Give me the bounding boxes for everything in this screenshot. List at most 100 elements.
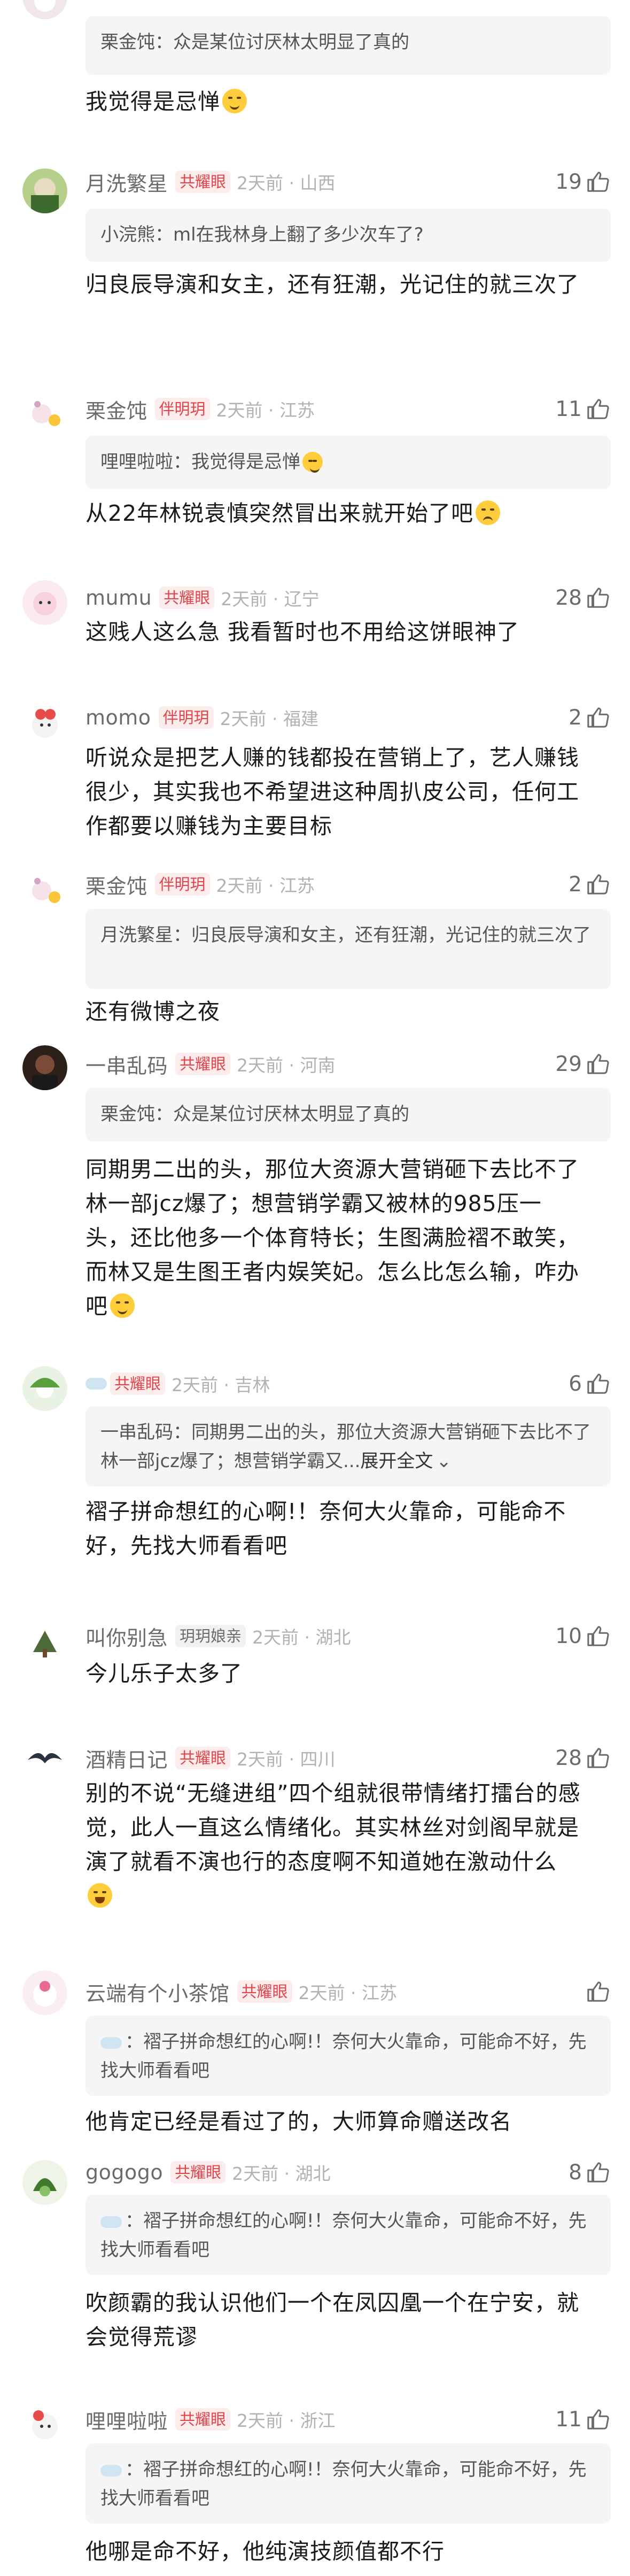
avatar[interactable] bbox=[22, 168, 67, 213]
like-button[interactable]: 6 bbox=[569, 1368, 611, 1400]
reply-quote[interactable]: 一串乱码：同期男二出的头，那位大资源大营销砸下去比不了林一部jcz爆了；想营销学… bbox=[85, 1406, 611, 1486]
avatar[interactable] bbox=[22, 389, 67, 434]
like-button[interactable]: 10 bbox=[555, 1620, 611, 1652]
thumbs-up-icon bbox=[587, 2409, 609, 2430]
quote-author: ： bbox=[125, 2459, 143, 2480]
avatar[interactable] bbox=[22, 2401, 67, 2446]
thumbs-up-icon bbox=[587, 707, 609, 728]
comment-header: 共耀眼 2天前 · 吉林 bbox=[85, 1368, 270, 1400]
quote-author: ： bbox=[125, 2031, 143, 2053]
comment-text: 听说众是把艺人赚的钱都投在营销上了，艺人赚钱很少，其实我也不希望进这种周扒皮公司… bbox=[85, 745, 579, 839]
comment-text: 从22年林锐袁慎突然冒出来就开始了吧 bbox=[85, 500, 474, 526]
username[interactable]: 哩哩啦啦 bbox=[85, 2405, 168, 2434]
timestamp-location: 2天前 · 辽宁 bbox=[221, 589, 320, 610]
reply-quote[interactable]: ：褶子拼命想红的心啊!！奈何大火靠命，可能命不好，先找大师看看吧 bbox=[85, 2195, 611, 2275]
like-button[interactable]: 8 bbox=[569, 2156, 611, 2188]
comment-text: 今儿乐子太多了 bbox=[85, 1661, 243, 1686]
thumbs-up-icon bbox=[587, 2162, 609, 2182]
avatar[interactable] bbox=[22, 2160, 67, 2205]
thumbs-up-icon bbox=[587, 1374, 609, 1394]
like-button[interactable] bbox=[582, 1976, 611, 2008]
reply-quote[interactable]: ：褶子拼命想红的心啊!！奈何大火靠命，可能命不好，先找大师看看吧 bbox=[85, 2443, 611, 2524]
username[interactable]: 栗金饨 bbox=[85, 870, 147, 899]
username[interactable]: 栗金饨 bbox=[85, 395, 147, 424]
like-count: 6 bbox=[569, 1371, 582, 1396]
username[interactable]: mumu bbox=[85, 586, 152, 610]
avatar[interactable] bbox=[22, 1737, 67, 1781]
quote-author: 一串乱码： bbox=[100, 1422, 191, 1443]
comment-text: 他肯定已经是看过了的，大师算命赠送改名 bbox=[85, 2109, 512, 2134]
like-button[interactable]: 11 bbox=[555, 393, 611, 425]
like-button[interactable]: 28 bbox=[555, 1742, 611, 1774]
quote-author: 小浣熊： bbox=[100, 224, 173, 245]
comment-body: 从22年林锐袁慎突然冒出来就开始了吧 bbox=[85, 496, 582, 530]
thumbs-up-icon bbox=[587, 1054, 609, 1074]
username[interactable]: momo bbox=[85, 706, 151, 729]
reply-quote[interactable]: 栗金饨：众是某位讨厌林太明显了真的 bbox=[85, 16, 611, 75]
username[interactable]: 月洗繁星 bbox=[85, 167, 168, 197]
reply-quote[interactable]: 栗金饨：众是某位讨厌林太明显了真的 bbox=[85, 1088, 611, 1142]
reply-quote[interactable]: 月洗繁星：归良辰导演和女主，还有狂潮，光记住的就三次了 bbox=[85, 909, 611, 989]
fan-badge: 共耀眼 bbox=[159, 587, 215, 609]
avatar[interactable] bbox=[22, 866, 67, 911]
rofl-emoji-icon bbox=[88, 1883, 112, 1908]
reply-quote[interactable]: 哩哩啦啦：我觉得是忌惮 bbox=[85, 436, 611, 489]
quote-text: 褶子拼命想红的心啊!！奈何大火靠命，可能命不好，先找大师看看吧 bbox=[100, 2031, 587, 2081]
like-button[interactable]: 2 bbox=[569, 868, 611, 900]
username[interactable]: 叫你别急 bbox=[85, 1622, 168, 1651]
avatar[interactable] bbox=[22, 1045, 67, 1090]
avatar[interactable] bbox=[22, 1620, 67, 1665]
comment-text: 这贱人这么急 我看暂时也不用给这饼眼神了 bbox=[85, 619, 520, 645]
comment-header: 月洗繁星 共耀眼 2天前 · 山西 bbox=[85, 166, 336, 198]
timestamp-location: 2天前 · 江苏 bbox=[298, 1983, 397, 2003]
reply-quote[interactable]: 小浣熊：ml在我林身上翻了多少次车了? bbox=[85, 209, 611, 262]
fan-badge: 共耀眼 bbox=[175, 2408, 231, 2431]
comment-body: 我觉得是忌惮 bbox=[85, 84, 582, 119]
quote-author: 栗金饨： bbox=[100, 1104, 173, 1125]
like-count: 2 bbox=[569, 705, 582, 730]
comment-header: mumu 共耀眼 2天前 · 辽宁 bbox=[85, 582, 320, 614]
quote-author: 哩哩啦啦： bbox=[100, 451, 191, 473]
timestamp-location: 2天前 · 福建 bbox=[220, 708, 319, 729]
quote-text: 众是某位讨厌林太明显了真的 bbox=[173, 32, 409, 53]
fan-badge: 共耀眼 bbox=[175, 1053, 231, 1075]
comment-text: 别的不说“无缝进组”四个组就很带情绪打擂台的感觉，此人一直这么情绪化。其实林丝对… bbox=[85, 1780, 581, 1875]
like-count: 29 bbox=[555, 1052, 582, 1076]
avatar[interactable] bbox=[22, 0, 67, 19]
avatar[interactable] bbox=[22, 699, 67, 744]
comment-body: 同期男二出的头，那位大资源大营销砸下去比不了林一部jcz爆了；想营销学霸又被林的… bbox=[85, 1152, 582, 1323]
expand-full-text-link[interactable]: 展开全文 bbox=[360, 1451, 433, 1472]
comment-text: 还有微博之夜 bbox=[85, 999, 220, 1024]
comment-header: momo 伴明玥 2天前 · 福建 bbox=[85, 701, 318, 734]
thumbs-up-icon bbox=[587, 588, 609, 608]
cloud-icon bbox=[100, 2464, 122, 2477]
reply-quote[interactable]: ：褶子拼命想红的心啊!！奈何大火靠命，可能命不好，先找大师看看吧 bbox=[85, 2016, 611, 2096]
avatar[interactable] bbox=[22, 580, 67, 625]
cloud-icon bbox=[100, 2037, 122, 2049]
username[interactable]: 酒精日记 bbox=[85, 1744, 168, 1773]
sad-emoji-icon bbox=[476, 500, 501, 525]
like-button[interactable]: 28 bbox=[555, 582, 611, 614]
like-button[interactable]: 2 bbox=[569, 701, 611, 734]
username[interactable]: 一串乱码 bbox=[85, 1050, 168, 1079]
avatar[interactable] bbox=[22, 1970, 67, 2015]
fan-badge: 玥玥娘亲 bbox=[175, 1625, 246, 1647]
quote-text: 众是某位讨厌林太明显了真的 bbox=[173, 1104, 409, 1125]
timestamp-location: 2天前 · 湖北 bbox=[232, 2163, 331, 2184]
chevron-down-icon: ⌄ bbox=[436, 1451, 452, 1472]
like-button[interactable]: 29 bbox=[555, 1048, 611, 1080]
like-button[interactable]: 11 bbox=[555, 2403, 611, 2435]
timestamp-location: 2天前 · 吉林 bbox=[172, 1375, 270, 1395]
username[interactable]: 云端有个小茶馆 bbox=[85, 1977, 230, 2007]
quote-text: 归良辰导演和女主，还有狂潮，光记住的就三次了 bbox=[191, 924, 591, 946]
avatar[interactable] bbox=[22, 1366, 67, 1411]
like-count: 11 bbox=[555, 2407, 582, 2432]
comment-text: 吹颜霸的我认识他们一个在凤囚凰一个在宁安，就会觉得荒谬 bbox=[85, 2290, 579, 2350]
comment-header: 栗金饨 伴明玥 2天前 · 江苏 bbox=[85, 393, 315, 425]
comment-text: 我觉得是忌惮 bbox=[85, 89, 220, 114]
quote-author: 栗金饨： bbox=[100, 32, 173, 53]
comment-list: 栗金饨：众是某位讨厌林太明显了真的 我觉得是忌惮 月洗繁星 共耀眼 2天前 · … bbox=[0, 0, 630, 2576]
username[interactable]: gogogo bbox=[85, 2161, 163, 2184]
like-button[interactable]: 19 bbox=[555, 166, 611, 198]
comment-header: 云端有个小茶馆 共耀眼 2天前 · 江苏 bbox=[85, 1976, 397, 2008]
